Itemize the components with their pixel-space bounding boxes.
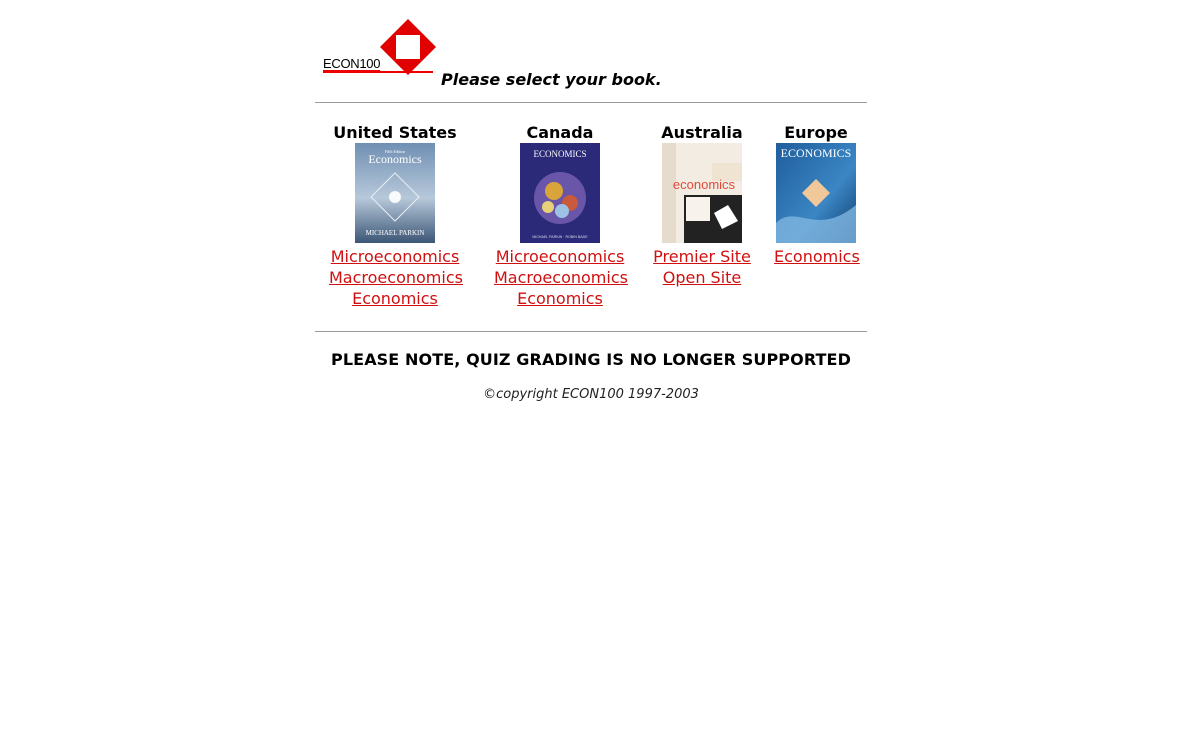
- svg-text:Economics: Economics: [368, 152, 422, 166]
- svg-text:ECONOMICS: ECONOMICS: [781, 146, 852, 160]
- book-cover-australia[interactable]: economics: [662, 143, 742, 243]
- link-us-macroeconomics[interactable]: Macroeconomics: [329, 267, 463, 288]
- link-europe-economics[interactable]: Economics: [774, 246, 860, 267]
- link-canada-microeconomics[interactable]: Microeconomics: [494, 246, 626, 267]
- region-title: Canada: [526, 123, 594, 142]
- link-canada-macroeconomics[interactable]: Macroeconomics: [494, 267, 628, 288]
- bottom-divider: [315, 331, 867, 332]
- region-europe: Europe ECONOMICS Economics: [774, 123, 860, 267]
- region-links: Microeconomics Macroeconomics Economics: [494, 246, 628, 309]
- region-australia: Australia economics Premier Site Open Si…: [652, 123, 752, 288]
- region-links: Microeconomics Macroeconomics Economics: [329, 246, 463, 309]
- header: ECON100 Please select your book.: [315, 14, 867, 102]
- book-cover-us[interactable]: Fifth Edition Economics MICHAEL PARKIN: [355, 143, 435, 243]
- page-container: ECON100 Please select your book. United …: [315, 14, 867, 402]
- region-title: Europe: [784, 123, 848, 142]
- econ100-logo[interactable]: ECON100: [321, 18, 436, 82]
- copyright-text: ©copyright ECON100 1997-2003: [483, 387, 699, 402]
- link-australia-premier-site[interactable]: Premier Site: [652, 246, 752, 267]
- svg-text:economics: economics: [673, 177, 736, 192]
- region-united-states: United States Fifth Edition Economics MI…: [329, 123, 463, 309]
- grading-notice: PLEASE NOTE, QUIZ GRADING IS NO LONGER S…: [331, 350, 851, 369]
- link-canada-economics[interactable]: Economics: [494, 288, 626, 309]
- region-title: United States: [333, 123, 457, 142]
- svg-text:MICHAEL PARKIN · ROBIN BADE: MICHAEL PARKIN · ROBIN BADE: [532, 235, 588, 239]
- logo-text: ECON100: [323, 56, 381, 71]
- logo-underline: [323, 71, 433, 73]
- link-us-microeconomics[interactable]: Microeconomics: [329, 246, 461, 267]
- region-canada: Canada ECONOMICS MICHAEL PARKIN · ROBIN …: [494, 123, 628, 309]
- region-title: Australia: [661, 123, 743, 142]
- link-australia-open-site[interactable]: Open Site: [652, 267, 752, 288]
- svg-text:ECONOMICS: ECONOMICS: [533, 149, 586, 159]
- book-cover-canada[interactable]: ECONOMICS MICHAEL PARKIN · ROBIN BADE: [520, 143, 600, 243]
- page-title: Please select your book.: [441, 70, 662, 89]
- svg-text:MICHAEL PARKIN: MICHAEL PARKIN: [366, 229, 425, 237]
- book-regions: United States Fifth Edition Economics MI…: [315, 103, 867, 331]
- logo-diamond-icon: [380, 19, 436, 75]
- link-us-economics[interactable]: Economics: [329, 288, 461, 309]
- book-cover-europe[interactable]: ECONOMICS: [776, 143, 856, 243]
- region-links: Economics: [774, 246, 860, 267]
- region-links: Premier Site Open Site: [652, 246, 752, 288]
